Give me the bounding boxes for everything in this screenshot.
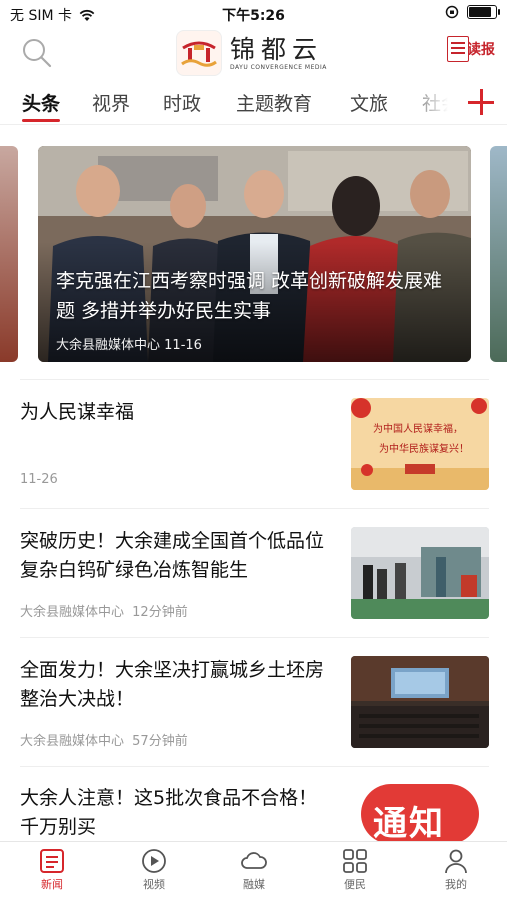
news-thumbnail: 通知 [351,784,489,844]
nav-video-label: 视频 [143,878,165,891]
orientation-lock-icon [445,5,459,19]
tab-headlines[interactable]: 头条 [22,89,60,116]
logo-mark [176,30,222,76]
grid-icon [343,849,367,873]
read-newspaper-button[interactable]: 读报 [447,36,497,62]
status-time: 下午5:26 [222,8,285,24]
newspaper-icon [447,36,469,62]
news-item[interactable]: 为人民谋幸福 11-26 为中国人民谋幸福， 为中华民族谋复兴！ [20,398,489,509]
nav-media[interactable]: 融媒 [219,848,289,892]
carousel-title: 李克强在江西考察时强调 改革创新破解发展难题 多措并举办好民生实事 [56,270,443,322]
read-label: 读报 [465,39,497,59]
app-logo: 锦都云 DAYU CONVERGENCE MEDIA [176,30,327,76]
news-title: 为人民谋幸福 [20,401,135,423]
app-header: 锦都云 DAYU CONVERGENCE MEDIA 读报 [0,28,507,78]
profile-icon [445,849,467,874]
nav-news[interactable]: 新闻 [17,848,87,892]
tab-politics[interactable]: 时政 [163,89,201,116]
carousel-next-slide[interactable] [490,146,507,362]
headline-carousel: 李克强在江西考察时强调 改革创新破解发展难题 多措并举办好民生实事 大余县融媒体… [0,146,507,362]
news-time: 57分钟前 [132,734,188,749]
thumbnail-caption-1: 为中国人民谋幸福， [373,424,463,435]
news-time: 12分钟前 [132,605,188,620]
news-source: 大余县融媒体中心 [20,605,125,620]
news-time: 11-26 [20,472,58,487]
news-item[interactable]: 突破历史！大余建成全国首个低品位复杂白钨矿绿色冶炼智能生 大余县融媒体中心 12… [20,527,489,638]
add-channel-icon[interactable] [468,89,494,115]
news-title: 大余人注意！这5批次食品不合格！千万别买 [20,787,318,838]
news-thumbnail [351,527,489,619]
tab-culture-tourism[interactable]: 文旅 [350,89,388,116]
carousel-source: 大余县融媒体中心 [56,338,161,353]
nav-news-label: 新闻 [41,878,63,891]
tabs-fade [400,80,460,122]
news-item[interactable]: 全面发力！大余坚决打赢城乡土坯房整治大决战！ 大余县融媒体中心 57分钟前 [20,656,489,767]
news-thumbnail [351,656,489,748]
bottom-navigation: 新闻 视频 融媒 便民 我的 [0,841,507,901]
app-subtitle: DAYU CONVERGENCE MEDIA [230,63,327,71]
app-name: 锦都云 [230,34,324,64]
video-icon [142,849,166,873]
battery-icon [467,5,500,19]
search-icon [23,39,52,68]
carousel-prev-slide[interactable] [0,146,18,362]
nav-video[interactable]: 视频 [119,848,189,892]
news-meta: 大余县融媒体中心 57分钟前 [20,730,188,749]
news-title: 全面发力！大余坚决打赢城乡土坯房整治大决战！ [20,659,325,710]
thumbnail-caption-2: 为中华民族谋复兴！ [379,444,469,455]
tab-theme-education[interactable]: 主题教育 [236,89,312,116]
nav-services[interactable]: 便民 [320,848,390,892]
nav-services-label: 便民 [344,878,366,891]
cloud-icon [241,852,267,869]
news-meta: 11-26 [20,472,58,487]
carousel-slide[interactable]: 李克强在江西考察时强调 改革创新破解发展难题 多措并举办好民生实事 大余县融媒体… [38,146,471,362]
search-button[interactable] [20,36,54,70]
carousel-date: 11-16 [164,338,202,353]
carousel-meta: 大余县融媒体中心 11-16 [56,334,202,353]
status-bar: 无 SIM 卡 下午5:26 [0,0,507,28]
channel-tabs: 头条 视界 时政 主题教育 文旅 社会 [0,80,507,125]
news-thumbnail: 为中国人民谋幸福， 为中华民族谋复兴！ [351,398,489,490]
nav-profile-label: 我的 [445,878,467,891]
tab-vision[interactable]: 视界 [92,89,130,116]
nav-profile[interactable]: 我的 [421,848,491,892]
news-source: 大余县融媒体中心 [20,734,125,749]
thumbnail-notice-text: 通知 [373,804,445,844]
news-title: 突破历史！大余建成全国首个低品位复杂白钨矿绿色冶炼智能生 [20,530,325,581]
nav-media-label: 融媒 [243,878,265,891]
active-tab-indicator [22,119,60,122]
news-icon [40,849,64,873]
news-meta: 大余县融媒体中心 12分钟前 [20,601,188,620]
